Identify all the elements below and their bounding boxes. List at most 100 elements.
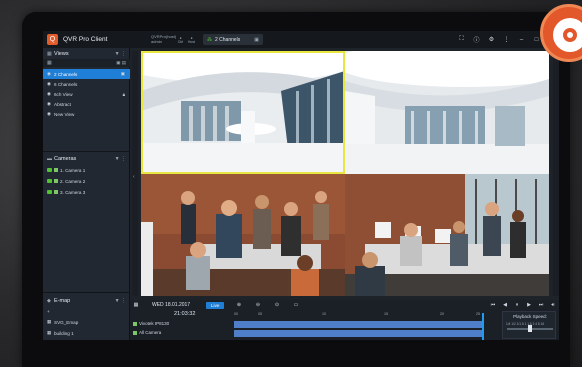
recording-track[interactable] bbox=[234, 330, 484, 337]
recording-track[interactable] bbox=[234, 321, 484, 328]
zoom-fit-icon[interactable]: ⊙ bbox=[272, 302, 281, 308]
more-icon[interactable]: ⋮ bbox=[499, 36, 514, 43]
views-header[interactable]: ▦ Views ▼ ⋮ bbox=[43, 48, 130, 59]
info-icon[interactable]: ⓘ bbox=[469, 35, 484, 44]
tick-label: 20 bbox=[440, 312, 444, 316]
ctrl-button[interactable]: ● Ctrl bbox=[175, 36, 186, 44]
step-back-icon[interactable]: ◀ bbox=[499, 302, 511, 308]
view-channel-selector[interactable]: ⁂ 2 Channels ▣ bbox=[203, 34, 263, 45]
cameras-title: Cameras bbox=[54, 155, 77, 162]
views-toolbar: ▦ ▣ ▤ bbox=[43, 59, 130, 67]
track-label-all[interactable]: All Camera bbox=[133, 330, 193, 335]
channels-icon: ⁂ bbox=[207, 36, 212, 43]
emap-item-label: SVG_Emap bbox=[54, 319, 79, 325]
emap-add-button[interactable]: + bbox=[43, 306, 130, 316]
cameras-header[interactable]: ▬ Cameras ▼ ⋮ bbox=[43, 153, 130, 164]
view-item-label: 2 Channels bbox=[54, 71, 78, 77]
chevron-left-icon: ‹ bbox=[133, 174, 135, 180]
view-mode-icon[interactable]: ▣ ▤ bbox=[116, 60, 126, 66]
playback-speed-panel: Playback Speed: 1/4 1/2 1/1.5 1 1.5 2 4 … bbox=[502, 311, 556, 339]
camera-item-3[interactable]: 3. Camera 3 bbox=[43, 187, 130, 197]
gear-icon[interactable]: ⚙ bbox=[484, 36, 499, 43]
camera-feed-office bbox=[345, 174, 549, 296]
fullscreen-icon[interactable]: ⛶ bbox=[454, 36, 469, 43]
host-label: Host bbox=[187, 39, 196, 44]
video-tile-2[interactable] bbox=[345, 51, 549, 174]
brand-logo-inner bbox=[553, 18, 582, 52]
camera-icon bbox=[54, 168, 58, 172]
zoom-range-icon[interactable]: ▭ bbox=[291, 302, 300, 308]
tick-label: 15 bbox=[384, 312, 388, 316]
emap-item-building[interactable]: ▦ building 1 bbox=[43, 328, 130, 338]
track-label-vivotek[interactable]: Vivotek IP8130 bbox=[133, 321, 193, 326]
view-item-2-channels[interactable]: ◉ 2 Channels ▣ bbox=[43, 69, 130, 79]
skip-forward-icon[interactable]: ⏭ bbox=[535, 302, 547, 308]
skip-back-icon[interactable]: ⏮ bbox=[487, 302, 499, 308]
camera-icon bbox=[54, 179, 58, 183]
save-icon[interactable]: ▣ bbox=[121, 71, 125, 77]
view-item-label: 6 Channels bbox=[54, 81, 78, 87]
playhead[interactable] bbox=[482, 313, 484, 340]
video-grid bbox=[141, 51, 549, 296]
step-forward-icon[interactable]: ▶ bbox=[523, 302, 535, 308]
camera-item-label: 2. Camera 2 bbox=[60, 178, 86, 184]
track-label-text: All Camera bbox=[139, 330, 162, 335]
right-panel-handle[interactable] bbox=[553, 51, 559, 296]
sidebar: ▦ Views ▼ ⋮ ▦ ▣ ▤ ◉ 2 Channels ▣ ◉ 6 Cha… bbox=[43, 48, 130, 340]
host-button[interactable]: ● Host bbox=[186, 36, 197, 44]
view-icon: ◉ bbox=[47, 81, 51, 86]
channels-label: 2 Channels bbox=[215, 36, 241, 43]
user-name: admin bbox=[151, 38, 162, 44]
camera-icon bbox=[133, 321, 137, 326]
add-icon: + bbox=[47, 308, 50, 314]
playback-speed-label: Playback Speed: bbox=[513, 314, 547, 319]
app-title: QVR Pro Client bbox=[63, 36, 108, 43]
camera-item-2[interactable]: 2. Camera 2 bbox=[43, 176, 130, 186]
section-divider bbox=[43, 292, 130, 293]
emap-header[interactable]: ◆ E-map ▼ ⋮ bbox=[43, 295, 130, 306]
timeline-date[interactable]: WED 18.01.2017 bbox=[152, 302, 202, 308]
speed-slider-handle[interactable] bbox=[528, 325, 532, 332]
minimize-icon[interactable]: – bbox=[514, 37, 529, 43]
view-item-6ch-view[interactable]: ◉ 6ch View 🔒︎ bbox=[43, 89, 130, 99]
sidebar-collapse-handle[interactable]: ‹ bbox=[132, 51, 138, 296]
view-icon: ◉ bbox=[47, 91, 51, 96]
timeline-ruler: 00 05 10 15 20 25 bbox=[234, 312, 484, 318]
camera-status-icon bbox=[47, 168, 52, 172]
camera-status-icon bbox=[47, 179, 52, 183]
video-tile-3[interactable] bbox=[141, 174, 345, 296]
zoom-in-icon[interactable]: ⊕ bbox=[234, 302, 243, 308]
lock-icon: 🔒︎ bbox=[122, 91, 125, 97]
map-icon: ▦ bbox=[47, 319, 52, 324]
speaker-icon[interactable]: 🔊︎ bbox=[547, 302, 559, 308]
view-item-abstract[interactable]: ◉ Abstract bbox=[43, 99, 130, 109]
save-view-icon[interactable]: ▣ bbox=[254, 37, 259, 43]
tick-label: 00 bbox=[234, 312, 238, 316]
camera-feed-atrium bbox=[345, 51, 549, 174]
camera-feed-atrium bbox=[141, 51, 345, 174]
emap-item-svg[interactable]: ▦ SVG_Emap bbox=[43, 317, 130, 327]
camera-item-label: 3. Camera 3 bbox=[60, 189, 86, 195]
video-tile-1[interactable] bbox=[141, 51, 345, 174]
camera-feed-office bbox=[141, 174, 345, 296]
current-time: 21:03:32 bbox=[174, 311, 196, 317]
calendar-icon[interactable]: ▦ bbox=[130, 302, 142, 308]
app-window: Q QVR Pro Client QVRPro(host) admin ● Ct… bbox=[43, 31, 559, 340]
camera-item-1[interactable]: 1. Camera 1 bbox=[43, 165, 130, 175]
video-tile-4[interactable] bbox=[345, 174, 549, 296]
view-item-6-channels[interactable]: ◉ 6 Channels bbox=[43, 79, 130, 89]
cameras-filter-icon[interactable]: ▼ ⋮ bbox=[115, 156, 126, 162]
pause-icon[interactable]: ⏸ bbox=[511, 302, 523, 308]
view-icon: ◉ bbox=[47, 101, 51, 106]
view-item-new-view[interactable]: ◉ New View bbox=[43, 109, 130, 119]
camera-icon bbox=[54, 190, 58, 194]
views-filter-icon[interactable]: ▼ ⋮ bbox=[115, 51, 126, 57]
zoom-out-icon[interactable]: ⊖ bbox=[253, 302, 262, 308]
user-info[interactable]: QVRPro(host) admin bbox=[151, 34, 176, 44]
grid-icon[interactable]: ▦ bbox=[47, 60, 52, 66]
view-item-label: 6ch View bbox=[54, 91, 73, 97]
live-button[interactable]: Live bbox=[206, 301, 225, 309]
camera-icon bbox=[133, 330, 137, 335]
emap-filter-icon[interactable]: ▼ ⋮ bbox=[115, 298, 126, 304]
section-divider bbox=[43, 151, 130, 152]
